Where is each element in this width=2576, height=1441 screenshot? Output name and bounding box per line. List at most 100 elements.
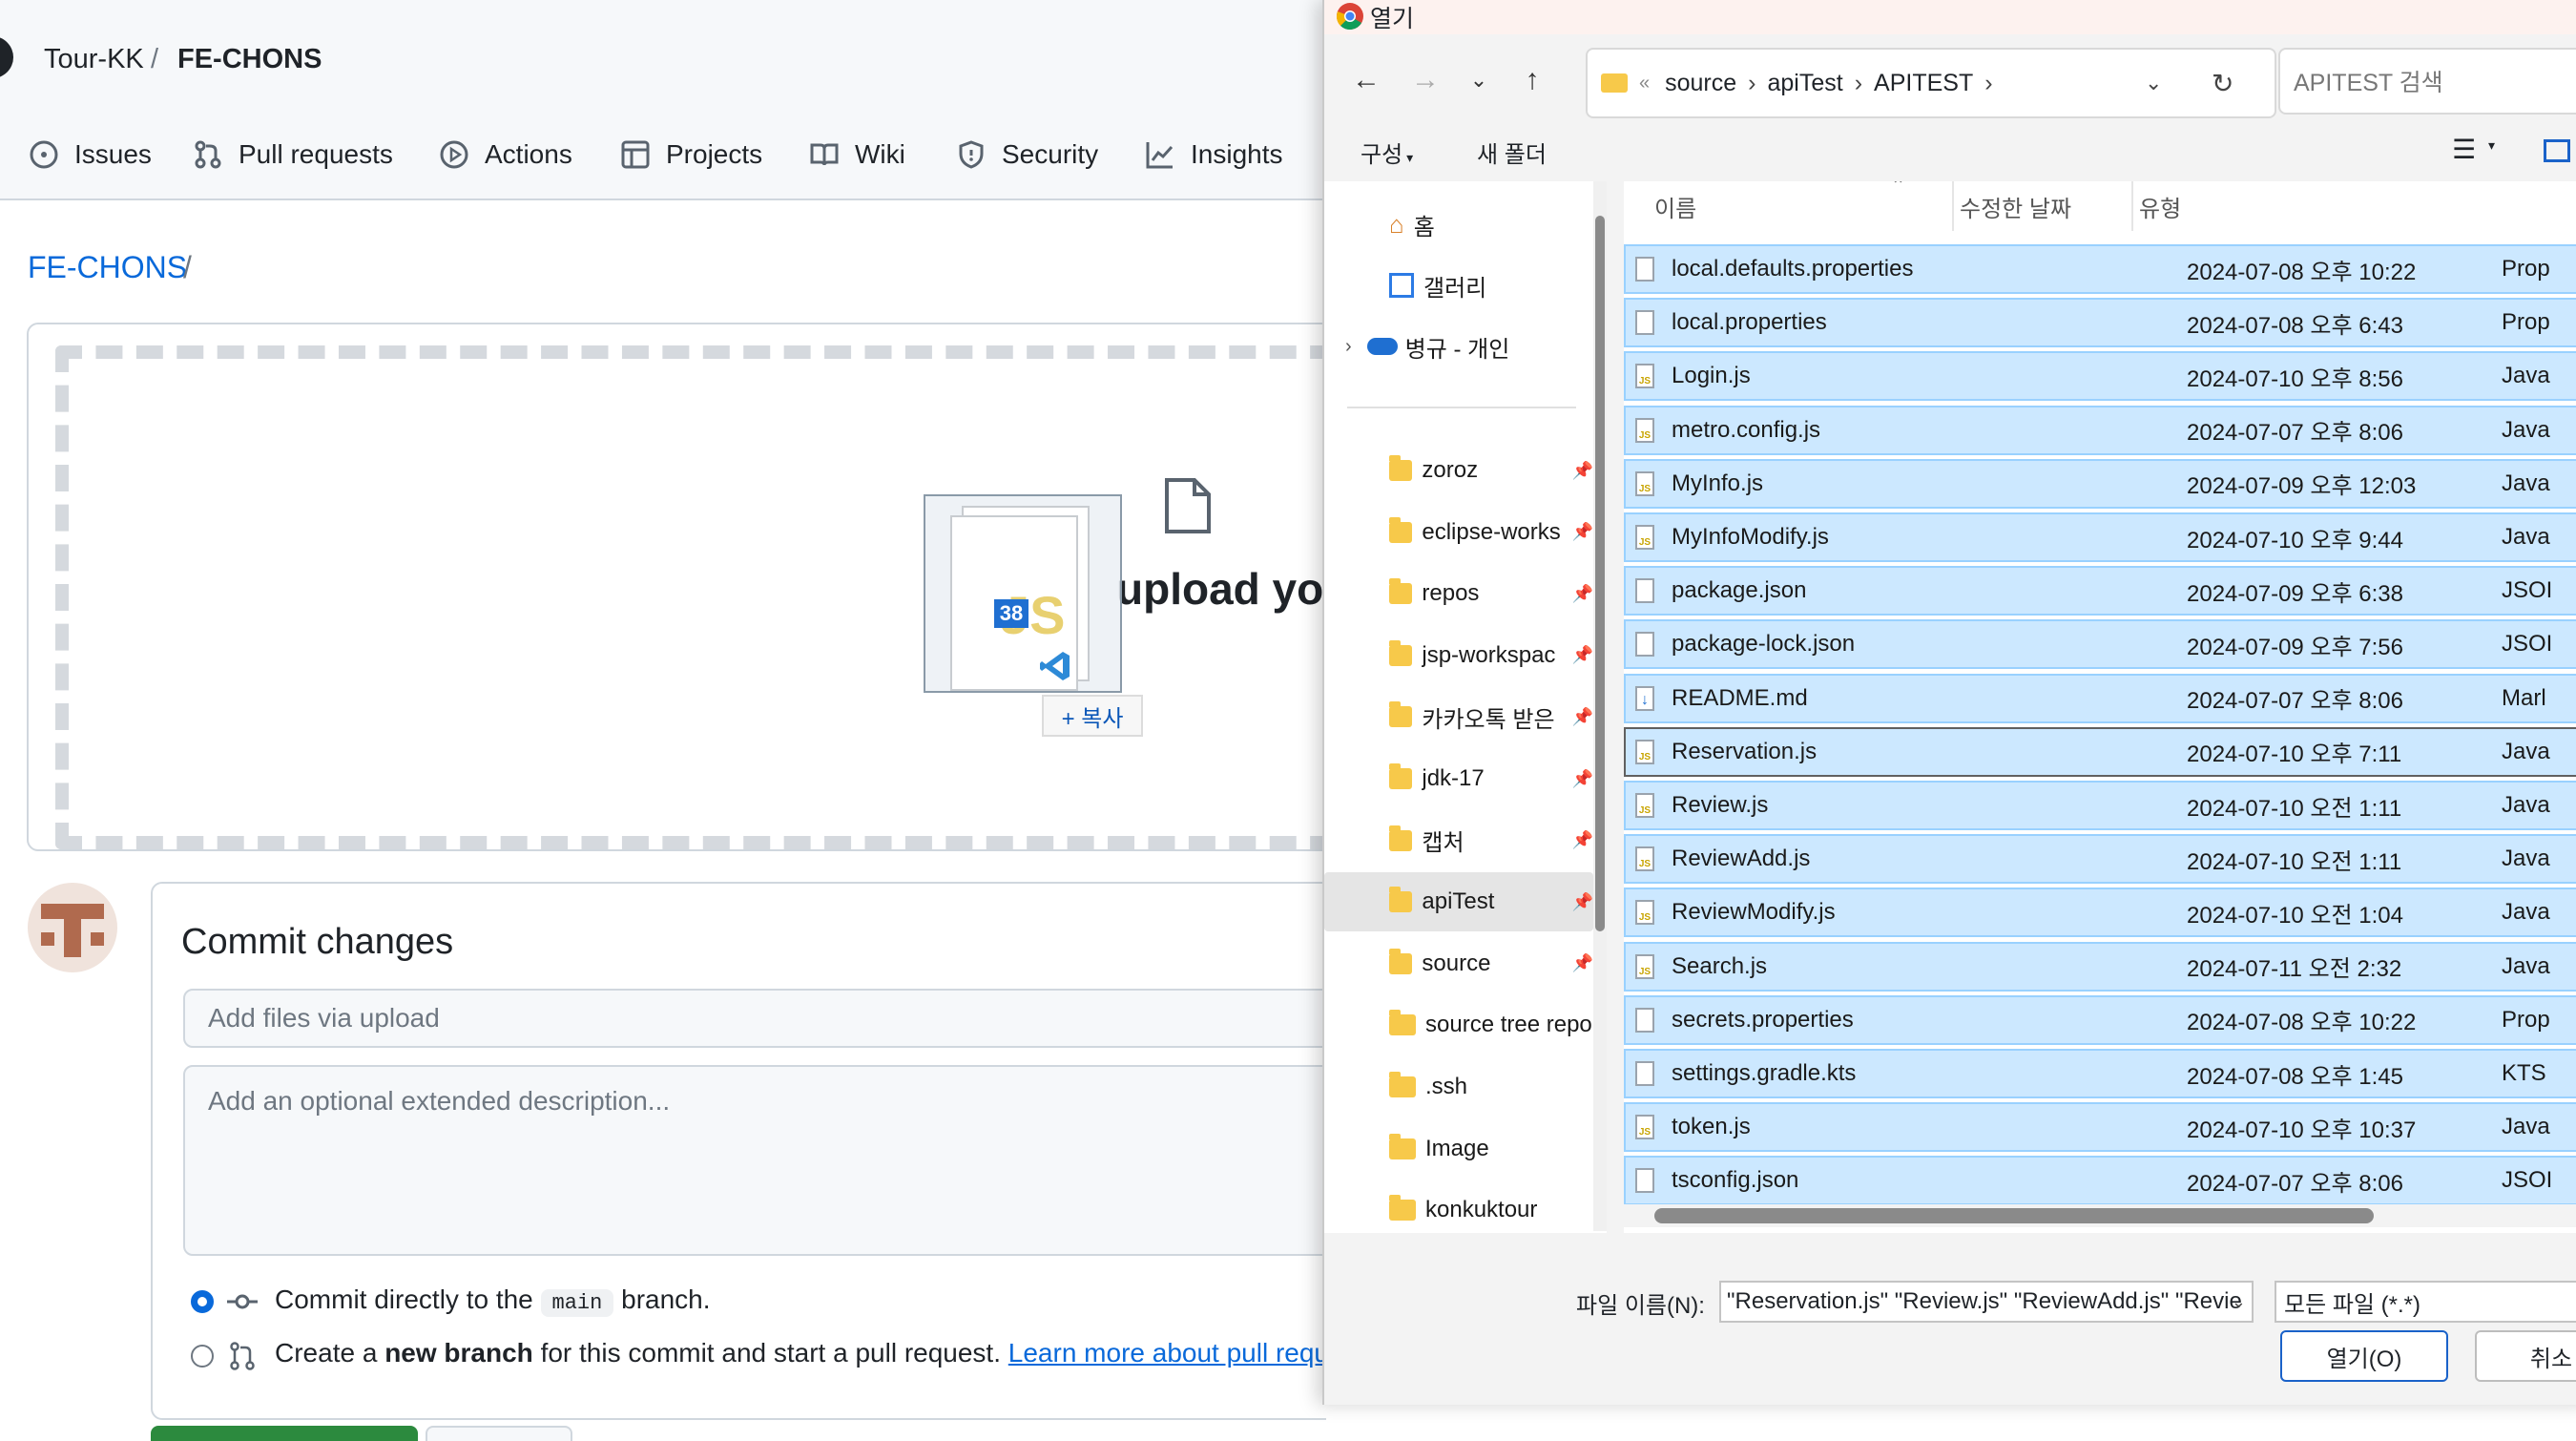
file-row[interactable]: secrets.properties 2024-07-08 오후 10:22 Pro… <box>1624 994 2576 1045</box>
sidebar-folder-item[interactable]: konkuktour <box>1324 1180 1593 1233</box>
up-arrow-icon[interactable]: ↑ <box>1511 59 1553 101</box>
pin-icon[interactable]: 📌 <box>1572 584 1593 604</box>
file-row[interactable]: JS Review.js 2024-07-10 오전 1:11 Java <box>1624 781 2576 830</box>
file-row[interactable]: JS MyInfo.js 2024-07-09 오후 12:03 Java <box>1624 458 2576 509</box>
file-row[interactable]: local.properties 2024-07-08 오후 6:43 Prop <box>1624 298 2576 348</box>
sidebar-item-label: 갤러리 <box>1423 275 1487 302</box>
file-row[interactable]: JS token.js 2024-07-10 오후 10:37 Java <box>1624 1102 2576 1153</box>
file-row[interactable]: JS ReviewModify.js 2024-07-10 오전 1:04 Java <box>1624 888 2576 938</box>
radio-commit-direct[interactable] <box>191 1290 214 1313</box>
sidebar-folder-item[interactable]: zoroz 📌 <box>1324 441 1593 500</box>
avatar-pattern <box>64 919 81 957</box>
tab-pull-requests[interactable]: Pull requests <box>193 136 393 174</box>
radio-new-branch[interactable] <box>191 1345 214 1368</box>
file-row[interactable]: JS ReviewAdd.js 2024-07-10 오전 1:11 Java <box>1624 834 2576 885</box>
file-row[interactable]: package-lock.json 2024-07-09 오후 7:56 JSOI <box>1624 619 2576 670</box>
search-input[interactable]: APITEST 검색 <box>2278 48 2576 115</box>
sidebar-folder-item[interactable]: source 📌 <box>1324 934 1593 993</box>
breadcrumb-repo[interactable]: FE-CHONS <box>177 44 322 75</box>
file-row[interactable]: JS Search.js 2024-07-11 오전 2:32 Java <box>1624 941 2576 992</box>
column-divider[interactable] <box>1952 181 1954 231</box>
column-header-name[interactable]: 이름 <box>1654 181 1696 231</box>
address-overflow[interactable]: « <box>1639 73 1650 94</box>
chevron-right-icon: › <box>1854 69 1863 96</box>
tab-security[interactable]: Security <box>956 136 1098 174</box>
forward-arrow-icon[interactable]: → <box>1404 59 1446 101</box>
commit-description-textarea[interactable]: Add an optional extended description... <box>183 1065 1326 1256</box>
file-row[interactable]: JS metro.config.js 2024-07-07 오후 8:06 Java <box>1624 405 2576 455</box>
cancel-button[interactable] <box>426 1426 572 1441</box>
learn-more-link[interactable]: Learn more about pull requ <box>1008 1338 1326 1368</box>
address-part-source[interactable]: source <box>1665 70 1736 97</box>
pin-icon[interactable]: 📌 <box>1572 830 1593 850</box>
commit-message-input[interactable]: Add files via upload <box>183 989 1326 1048</box>
sidebar-item-gallery[interactable]: 갤러리 <box>1324 256 1593 315</box>
chevron-down-icon[interactable]: ⌄ <box>1458 59 1500 101</box>
tab-actions[interactable]: Actions <box>439 136 572 174</box>
tab-wiki[interactable]: Wiki <box>809 136 905 174</box>
tab-issues[interactable]: Issues <box>29 136 152 174</box>
pin-icon[interactable]: 📌 <box>1572 707 1593 727</box>
pin-icon[interactable]: 📌 <box>1572 461 1593 481</box>
pin-icon[interactable]: 📌 <box>1572 953 1593 973</box>
column-header-modified[interactable]: 수정한 날짜 <box>1960 181 2071 231</box>
back-arrow-icon[interactable]: ← <box>1345 59 1387 101</box>
sidebar-folder-item[interactable]: 캡처 📌 <box>1324 811 1593 870</box>
file-type-filter[interactable]: 모든 파일 (*.*) <box>2275 1281 2576 1323</box>
file-row[interactable]: settings.gradle.kts 2024-07-08 오후 1:45 KTS <box>1624 1049 2576 1098</box>
open-button[interactable]: 열기(O) <box>2280 1330 2448 1382</box>
pin-icon[interactable]: 📌 <box>1572 769 1593 789</box>
file-row[interactable]: JS Reservation.js 2024-07-10 오후 7:11 Java <box>1624 726 2576 777</box>
pin-icon[interactable]: 📌 <box>1572 645 1593 665</box>
file-row[interactable]: tsconfig.json 2024-07-07 오후 8:06 JSOI <box>1624 1156 2576 1206</box>
preview-pane-icon[interactable] <box>2544 139 2570 162</box>
file-list-hscrollbar-thumb[interactable] <box>1654 1208 2374 1223</box>
column-header-type[interactable]: 유형 <box>2139 181 2181 231</box>
sidebar-folder-item[interactable]: .ssh <box>1324 1057 1593 1117</box>
file-type: Java <box>2502 1114 2550 1140</box>
cancel-button[interactable]: 취소 <box>2475 1330 2576 1382</box>
sidebar-folder-item[interactable]: jsp-workspac 📌 <box>1324 626 1593 685</box>
sidebar-folder-item[interactable]: apiTest 📌 <box>1324 872 1593 932</box>
organize-menu[interactable]: 구성 ▾ <box>1361 136 1413 169</box>
file-row[interactable]: JS Login.js 2024-07-10 오후 8:56 Java <box>1624 351 2576 402</box>
address-part-apitest[interactable]: apiTest <box>1768 70 1843 97</box>
file-row[interactable]: JS MyInfoModify.js 2024-07-10 오후 9:44 Java <box>1624 512 2576 562</box>
pin-icon[interactable]: 📌 <box>1572 522 1593 542</box>
avatar[interactable] <box>28 883 117 972</box>
navigation-scrollbar-thumb[interactable] <box>1595 216 1605 931</box>
file-row[interactable]: ↓ README.md 2024-07-07 오후 8:06 Marl <box>1624 673 2576 723</box>
caret-down-icon[interactable]: ▾ <box>2488 137 2495 154</box>
repo-path-link[interactable]: FE-CHONS <box>28 250 187 285</box>
expand-chevron-icon[interactable]: › <box>1345 336 1352 358</box>
sidebar-item-home[interactable]: ⌂ 홈 <box>1324 195 1593 254</box>
file-name: Review.js <box>1672 792 1769 818</box>
sidebar-folder-item[interactable]: eclipse-works 📌 <box>1324 503 1593 562</box>
sidebar-folder-item[interactable]: jdk-17 📌 <box>1324 749 1593 808</box>
tab-projects[interactable]: Projects <box>620 136 762 174</box>
sidebar-folder-item[interactable]: source tree repo <box>1324 995 1593 1055</box>
address-bar[interactable]: « source › apiTest › APITEST › ⌄ ↻ <box>1586 48 2276 118</box>
file-type: Java <box>2502 470 2550 496</box>
pin-icon[interactable]: 📌 <box>1572 892 1593 912</box>
commit-title: Commit changes <box>181 922 454 962</box>
address-dropdown-icon[interactable]: ⌄ <box>2145 71 2162 95</box>
sidebar-folder-item[interactable]: repos 📌 <box>1324 564 1593 623</box>
file-row[interactable]: package.json 2024-07-09 오후 6:38 JSOI <box>1624 566 2576 616</box>
file-drop-zone[interactable]: upload you <box>27 323 1326 851</box>
commit-button[interactable] <box>151 1426 418 1441</box>
chevron-down-icon[interactable]: ⌄ <box>2232 1292 2246 1312</box>
sidebar-folder-item[interactable]: 카카오톡 받은 📌 <box>1324 687 1593 746</box>
github-logo-icon[interactable] <box>0 36 13 78</box>
sidebar-item-onedrive[interactable]: › 병규 - 개인 <box>1324 317 1593 376</box>
view-options-icon[interactable]: ☰ <box>2452 134 2476 165</box>
filename-input[interactable]: "Reservation.js" "Review.js" "ReviewAdd.… <box>1719 1281 2254 1323</box>
new-folder-button[interactable]: 새 폴더 <box>1477 136 1547 169</box>
breadcrumb-owner[interactable]: Tour-KK <box>44 44 144 75</box>
address-part-apitest-upper[interactable]: APITEST <box>1874 70 1973 97</box>
refresh-icon[interactable]: ↻ <box>2212 68 2233 99</box>
file-row[interactable]: local.defaults.properties 2024-07-08 오후 1… <box>1624 244 2576 294</box>
column-divider[interactable] <box>2131 181 2133 231</box>
sidebar-folder-item[interactable]: Image <box>1324 1119 1593 1179</box>
tab-insights[interactable]: Insights <box>1145 136 1283 174</box>
